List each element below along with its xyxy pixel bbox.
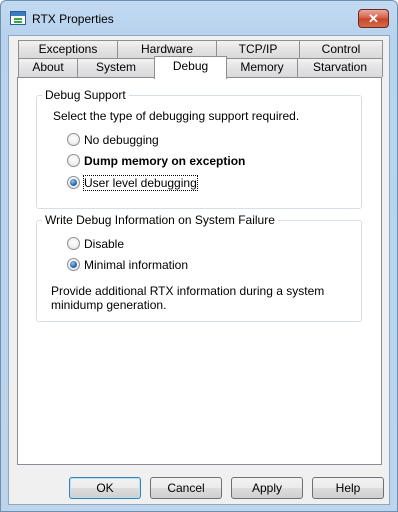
- radio-label[interactable]: Dump memory on exception: [84, 154, 245, 168]
- tab-exceptions[interactable]: Exceptions: [18, 40, 118, 58]
- debug-support-group: Debug Support Select the type of debuggi…: [36, 88, 362, 209]
- radio-button-selected[interactable]: [67, 258, 80, 271]
- close-button[interactable]: ✕: [358, 9, 389, 28]
- window-title: RTX Properties: [32, 12, 114, 26]
- debug-tab-panel: Debug Support Select the type of debuggi…: [17, 77, 382, 465]
- write-debug-info-legend: Write Debug Information on System Failur…: [42, 213, 278, 227]
- dialog-client-area: Exceptions Hardware TCP/IP Control About…: [8, 35, 390, 505]
- radio-button[interactable]: [67, 237, 80, 250]
- radio-button[interactable]: [67, 133, 80, 146]
- tab-debug[interactable]: Debug: [154, 56, 227, 79]
- properties-window: RTX Properties ✕ Exceptions Hardware TCP…: [0, 0, 398, 512]
- write-debug-description-line2: minidump generation.: [51, 298, 167, 312]
- debug-support-legend: Debug Support: [42, 88, 129, 102]
- radio-button-selected[interactable]: [67, 176, 80, 189]
- tab-about[interactable]: About: [18, 58, 78, 77]
- app-icon: [10, 11, 26, 25]
- tab-tcpip[interactable]: TCP/IP: [216, 40, 300, 58]
- tab-memory[interactable]: Memory: [226, 58, 298, 77]
- title-bar[interactable]: RTX Properties ✕: [1, 1, 397, 35]
- debug-support-prompt: Select the type of debugging support req…: [53, 109, 300, 123]
- radio-button[interactable]: [67, 154, 80, 167]
- help-button[interactable]: Help: [312, 477, 384, 499]
- tab-system[interactable]: System: [77, 58, 155, 77]
- write-debug-info-group: Write Debug Information on System Failur…: [36, 213, 362, 322]
- radio-label[interactable]: Minimal information: [84, 258, 188, 272]
- ok-button[interactable]: OK: [69, 477, 141, 499]
- apply-button[interactable]: Apply: [231, 477, 303, 499]
- tab-starvation[interactable]: Starvation: [297, 58, 383, 77]
- radio-label[interactable]: No debugging: [84, 133, 159, 147]
- tab-control[interactable]: Control: [299, 40, 383, 58]
- cancel-button[interactable]: Cancel: [150, 477, 222, 499]
- radio-label[interactable]: Disable: [84, 237, 124, 251]
- write-debug-description-line1: Provide additional RTX information durin…: [51, 284, 325, 298]
- radio-label[interactable]: User level debugging: [83, 175, 198, 191]
